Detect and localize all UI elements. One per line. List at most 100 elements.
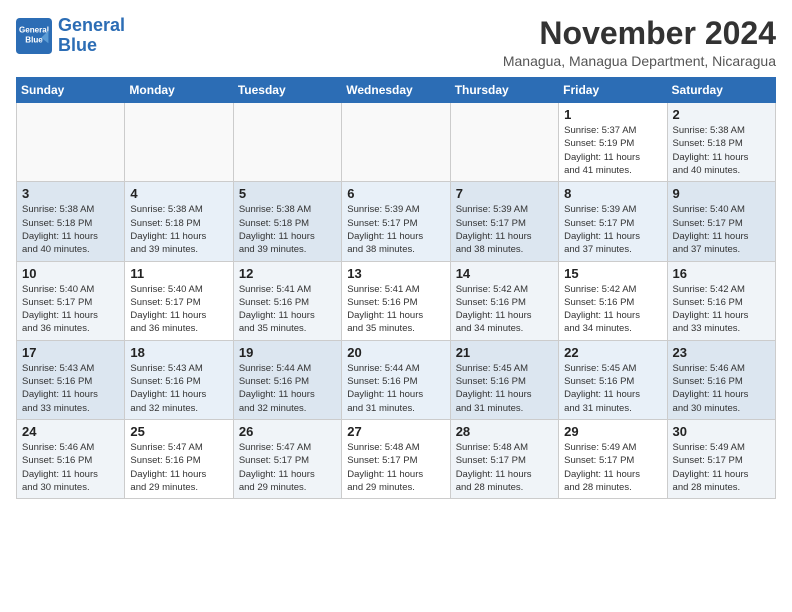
calendar-row-5: 24Sunrise: 5:46 AM Sunset: 5:16 PM Dayli… <box>17 419 776 498</box>
day-info: Sunrise: 5:43 AM Sunset: 5:16 PM Dayligh… <box>22 362 119 415</box>
calendar-cell: 19Sunrise: 5:44 AM Sunset: 5:16 PM Dayli… <box>233 340 341 419</box>
calendar-cell: 22Sunrise: 5:45 AM Sunset: 5:16 PM Dayli… <box>559 340 667 419</box>
calendar-cell: 6 Sunrise: 5:39 AM Sunset: 5:17 PM Daylig… <box>342 182 450 261</box>
day-info: Sunrise: 5:39 AM Sunset: 5:17 PM Dayligh… <box>456 203 553 256</box>
day-number: 25 <box>130 424 227 439</box>
calendar-cell: 11 Sunrise: 5:40 AM Sunset: 5:17 PM Dayli… <box>125 261 233 340</box>
day-info: Sunrise: 5:44 AM Sunset: 5:16 PM Dayligh… <box>347 362 444 415</box>
day-number: 30 <box>673 424 770 439</box>
calendar-cell: 3Sunrise: 5:38 AM Sunset: 5:18 PM Daylig… <box>17 182 125 261</box>
day-number: 10 <box>22 266 119 281</box>
svg-text:General: General <box>19 25 49 34</box>
calendar-row-3: 10 Sunrise: 5:40 AM Sunset: 5:17 PM Dayli… <box>17 261 776 340</box>
calendar-cell <box>233 103 341 182</box>
logo-icon: General Blue <box>16 18 52 54</box>
day-info: Sunrise: 5:49 AM Sunset: 5:17 PM Dayligh… <box>673 441 770 494</box>
calendar-cell: 16 Sunrise: 5:42 AM Sunset: 5:16 PM Dayli… <box>667 261 775 340</box>
day-number: 17 <box>22 345 119 360</box>
day-number: 13 <box>347 266 444 281</box>
calendar-cell: 28 Sunrise: 5:48 AM Sunset: 5:17 PM Dayli… <box>450 419 558 498</box>
calendar-cell: 5 Sunrise: 5:38 AM Sunset: 5:18 PM Daylig… <box>233 182 341 261</box>
calendar-row-2: 3 Sunrise: 5:38 AM Sunset: 5:18 PM Daylig… <box>17 182 776 261</box>
calendar-cell: 25 Sunrise: 5:47 AM Sunset: 5:16 PM Dayli… <box>125 419 233 498</box>
calendar-cell <box>450 103 558 182</box>
day-number: 5 <box>239 186 336 201</box>
day-number: 14 <box>456 266 553 281</box>
calendar-cell: 27 Sunrise: 5:48 AM Sunset: 5:17 PM Dayli… <box>342 419 450 498</box>
day-number: 1 <box>564 107 661 122</box>
day-number: 21 <box>456 345 553 360</box>
day-info: Sunrise: 5:38 AM Sunset: 5:18 PM Dayligh… <box>239 203 336 256</box>
day-info: Sunrise: 5:42 AM Sunset: 5:16 PM Dayligh… <box>456 283 553 336</box>
day-number: 18 <box>130 345 227 360</box>
day-info: Sunrise: 5:38 AM Sunset: 5:18 PM Dayligh… <box>673 124 770 177</box>
calendar-cell: 30 Sunrise: 5:49 AM Sunset: 5:17 PM Dayli… <box>667 419 775 498</box>
weekday-header-friday: Friday <box>559 78 667 103</box>
day-info: Sunrise: 5:49 AM Sunset: 5:17 PM Dayligh… <box>564 441 661 494</box>
day-number: 16 <box>673 266 770 281</box>
weekday-header-row: SundayMondayTuesdayWednesdayThursdayFrid… <box>17 78 776 103</box>
day-number: 6 <box>347 186 444 201</box>
day-info: Sunrise: 5:42 AM Sunset: 5:16 PM Dayligh… <box>673 283 770 336</box>
day-info: Sunrise: 5:37 AM Sunset: 5:19 PM Dayligh… <box>564 124 661 177</box>
calendar-cell <box>125 103 233 182</box>
month-title: November 2024 <box>503 16 776 51</box>
day-number: 26 <box>239 424 336 439</box>
weekday-header-sunday: Sunday <box>17 78 125 103</box>
day-info: Sunrise: 5:39 AM Sunset: 5:17 PM Dayligh… <box>347 203 444 256</box>
day-info: Sunrise: 5:43 AM Sunset: 5:16 PM Dayligh… <box>130 362 227 415</box>
calendar-cell: 17 Sunrise: 5:43 AM Sunset: 5:16 PM Dayli… <box>17 340 125 419</box>
day-number: 20 <box>347 345 444 360</box>
day-number: 23 <box>673 345 770 360</box>
calendar-cell: 23 Sunrise: 5:46 AM Sunset: 5:16 PM Dayli… <box>667 340 775 419</box>
day-number: 9 <box>673 186 770 201</box>
day-number: 27 <box>347 424 444 439</box>
weekday-header-wednesday: Wednesday <box>342 78 450 103</box>
calendar-cell: 7Sunrise: 5:39 AM Sunset: 5:17 PM Daylig… <box>450 182 558 261</box>
day-number: 4 <box>130 186 227 201</box>
logo-text: General Blue <box>58 16 125 56</box>
calendar-cell: 13Sunrise: 5:41 AM Sunset: 5:16 PM Dayli… <box>342 261 450 340</box>
page-header: General Blue General Blue November 2024 … <box>16 16 776 69</box>
day-info: Sunrise: 5:45 AM Sunset: 5:16 PM Dayligh… <box>564 362 661 415</box>
calendar-cell: 10 Sunrise: 5:40 AM Sunset: 5:17 PM Dayli… <box>17 261 125 340</box>
day-info: Sunrise: 5:42 AM Sunset: 5:16 PM Dayligh… <box>564 283 661 336</box>
day-info: Sunrise: 5:45 AM Sunset: 5:16 PM Dayligh… <box>456 362 553 415</box>
weekday-header-tuesday: Tuesday <box>233 78 341 103</box>
day-info: Sunrise: 5:46 AM Sunset: 5:16 PM Dayligh… <box>673 362 770 415</box>
day-info: Sunrise: 5:48 AM Sunset: 5:17 PM Dayligh… <box>347 441 444 494</box>
day-info: Sunrise: 5:46 AM Sunset: 5:16 PM Dayligh… <box>22 441 119 494</box>
day-info: Sunrise: 5:41 AM Sunset: 5:16 PM Dayligh… <box>239 283 336 336</box>
day-info: Sunrise: 5:47 AM Sunset: 5:17 PM Dayligh… <box>239 441 336 494</box>
calendar-cell <box>17 103 125 182</box>
day-info: Sunrise: 5:40 AM Sunset: 5:17 PM Dayligh… <box>673 203 770 256</box>
calendar-cell: 29 Sunrise: 5:49 AM Sunset: 5:17 PM Dayli… <box>559 419 667 498</box>
day-info: Sunrise: 5:47 AM Sunset: 5:16 PM Dayligh… <box>130 441 227 494</box>
weekday-header-monday: Monday <box>125 78 233 103</box>
calendar-cell: 15 Sunrise: 5:42 AM Sunset: 5:16 PM Dayli… <box>559 261 667 340</box>
svg-text:Blue: Blue <box>25 35 43 44</box>
calendar-cell: 9 Sunrise: 5:40 AM Sunset: 5:17 PM Daylig… <box>667 182 775 261</box>
calendar-table: SundayMondayTuesdayWednesdayThursdayFrid… <box>16 77 776 499</box>
day-number: 2 <box>673 107 770 122</box>
calendar-cell: 18 Sunrise: 5:43 AM Sunset: 5:16 PM Dayli… <box>125 340 233 419</box>
day-number: 29 <box>564 424 661 439</box>
calendar-cell: 26 Sunrise: 5:47 AM Sunset: 5:17 PM Dayli… <box>233 419 341 498</box>
day-number: 3 <box>22 186 119 201</box>
day-number: 19 <box>239 345 336 360</box>
day-info: Sunrise: 5:40 AM Sunset: 5:17 PM Dayligh… <box>130 283 227 336</box>
day-number: 28 <box>456 424 553 439</box>
calendar-cell <box>342 103 450 182</box>
day-number: 15 <box>564 266 661 281</box>
calendar-row-1: 1 Sunrise: 5:37 AM Sunset: 5:19 PM Daylig… <box>17 103 776 182</box>
title-section: November 2024 Managua, Managua Departmen… <box>503 16 776 69</box>
calendar-cell: 12Sunrise: 5:41 AM Sunset: 5:16 PM Dayli… <box>233 261 341 340</box>
day-number: 11 <box>130 266 227 281</box>
weekday-header-saturday: Saturday <box>667 78 775 103</box>
calendar-cell: 21 Sunrise: 5:45 AM Sunset: 5:16 PM Dayli… <box>450 340 558 419</box>
day-number: 8 <box>564 186 661 201</box>
calendar-cell: 1 Sunrise: 5:37 AM Sunset: 5:19 PM Daylig… <box>559 103 667 182</box>
day-info: Sunrise: 5:48 AM Sunset: 5:17 PM Dayligh… <box>456 441 553 494</box>
day-info: Sunrise: 5:40 AM Sunset: 5:17 PM Dayligh… <box>22 283 119 336</box>
calendar-cell: 24Sunrise: 5:46 AM Sunset: 5:16 PM Dayli… <box>17 419 125 498</box>
